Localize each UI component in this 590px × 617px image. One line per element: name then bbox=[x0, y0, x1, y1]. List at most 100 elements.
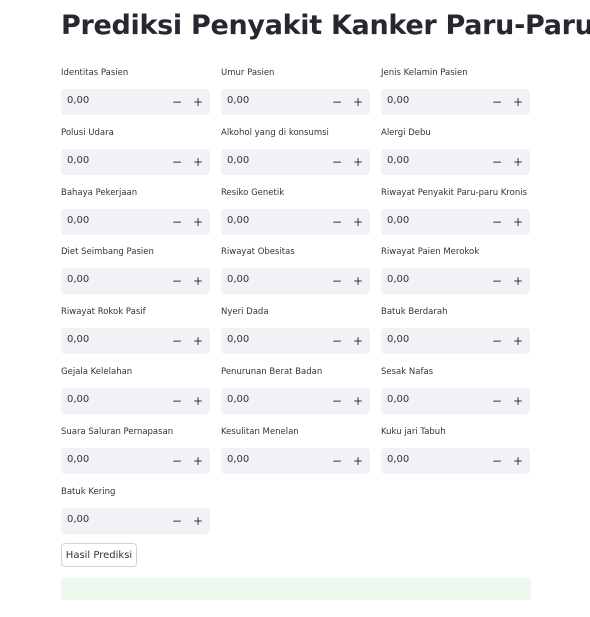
number-input-value[interactable]: 0,00 bbox=[387, 274, 409, 285]
decrement-button[interactable]: − bbox=[167, 391, 187, 411]
increment-button[interactable]: + bbox=[188, 152, 208, 172]
decrement-button[interactable]: − bbox=[487, 331, 507, 351]
decrement-button[interactable]: − bbox=[167, 271, 187, 291]
decrement-button[interactable]: − bbox=[327, 331, 347, 351]
number-input[interactable]: 0,00 − + bbox=[61, 328, 210, 355]
number-input-value[interactable]: 0,00 bbox=[67, 514, 89, 525]
number-input[interactable]: 0,00 − + bbox=[61, 208, 210, 235]
number-input[interactable]: 0,00 − + bbox=[61, 148, 210, 175]
number-input-value[interactable]: 0,00 bbox=[67, 454, 89, 465]
increment-button[interactable]: + bbox=[188, 271, 208, 291]
increment-button[interactable]: + bbox=[508, 92, 528, 112]
increment-button[interactable]: + bbox=[348, 271, 368, 291]
increment-button[interactable]: + bbox=[508, 271, 528, 291]
number-input-value[interactable]: 0,00 bbox=[227, 334, 249, 345]
increment-button[interactable]: + bbox=[188, 92, 208, 112]
number-input-value[interactable]: 0,00 bbox=[387, 215, 409, 226]
number-input-value[interactable]: 0,00 bbox=[387, 454, 409, 465]
decrement-button[interactable]: − bbox=[327, 271, 347, 291]
number-input[interactable]: 0,00 − + bbox=[61, 268, 210, 295]
number-input-value[interactable]: 0,00 bbox=[67, 394, 89, 405]
field-kuku-jari-tabuh: Kuku jari Tabuh 0,00 − + bbox=[381, 423, 530, 483]
increment-button[interactable]: + bbox=[348, 212, 368, 232]
increment-button[interactable]: + bbox=[188, 212, 208, 232]
field-label: Diet Seimbang Pasien bbox=[61, 247, 154, 258]
number-input[interactable]: 0,00 − + bbox=[221, 387, 370, 414]
decrement-button[interactable]: − bbox=[487, 271, 507, 291]
number-input[interactable]: 0,00 − + bbox=[61, 89, 210, 115]
number-input[interactable]: 0,00 − + bbox=[381, 208, 530, 235]
increment-button[interactable]: + bbox=[188, 511, 208, 531]
number-input[interactable]: 0,00 − + bbox=[381, 148, 530, 175]
number-input-value[interactable]: 0,00 bbox=[67, 215, 89, 226]
number-input[interactable]: 0,00 − + bbox=[221, 328, 370, 355]
number-input-value[interactable]: 0,00 bbox=[227, 394, 249, 405]
decrement-button[interactable]: − bbox=[487, 212, 507, 232]
number-input-value[interactable]: 0,00 bbox=[227, 454, 249, 465]
field-batuk-kering: Batuk Kering 0,00 − + bbox=[61, 483, 210, 543]
decrement-button[interactable]: − bbox=[327, 152, 347, 172]
field-label: Riwayat Paien Merokok bbox=[381, 247, 480, 258]
increment-button[interactable]: + bbox=[348, 451, 368, 471]
field-label: Suara Saluran Pernapasan bbox=[61, 426, 174, 437]
increment-button[interactable]: + bbox=[348, 331, 368, 351]
decrement-button[interactable]: − bbox=[167, 92, 187, 112]
decrement-button[interactable]: − bbox=[487, 391, 507, 411]
increment-button[interactable]: + bbox=[508, 212, 528, 232]
field-nyeri-dada: Nyeri Dada 0,00 − + bbox=[221, 303, 370, 363]
number-input[interactable]: 0,00 − + bbox=[221, 89, 370, 115]
number-input[interactable]: 0,00 − + bbox=[221, 268, 370, 295]
decrement-button[interactable]: − bbox=[167, 511, 187, 531]
increment-button[interactable]: + bbox=[348, 92, 368, 112]
number-input-value[interactable]: 0,00 bbox=[67, 274, 89, 285]
decrement-button[interactable]: − bbox=[167, 331, 187, 351]
number-input-value[interactable]: 0,00 bbox=[387, 155, 409, 166]
number-input-value[interactable]: 0,00 bbox=[227, 95, 249, 106]
number-input[interactable]: 0,00 − + bbox=[61, 447, 210, 474]
number-input-value[interactable]: 0,00 bbox=[67, 155, 89, 166]
decrement-button[interactable]: − bbox=[487, 152, 507, 172]
number-input-value[interactable]: 0,00 bbox=[387, 334, 409, 345]
decrement-button[interactable]: − bbox=[167, 212, 187, 232]
increment-button[interactable]: + bbox=[188, 331, 208, 351]
number-input[interactable]: 0,00 − + bbox=[61, 387, 210, 414]
decrement-button[interactable]: − bbox=[167, 451, 187, 471]
decrement-button[interactable]: − bbox=[167, 152, 187, 172]
increment-button[interactable]: + bbox=[508, 152, 528, 172]
number-input[interactable]: 0,00 − + bbox=[381, 268, 530, 295]
number-input[interactable]: 0,00 − + bbox=[221, 447, 370, 474]
increment-button[interactable]: + bbox=[188, 451, 208, 471]
number-input[interactable]: 0,00 − + bbox=[381, 387, 530, 414]
number-input-value[interactable]: 0,00 bbox=[67, 334, 89, 345]
number-input-value[interactable]: 0,00 bbox=[227, 215, 249, 226]
number-input[interactable]: 0,00 − + bbox=[381, 328, 530, 355]
decrement-button[interactable]: − bbox=[487, 92, 507, 112]
increment-button[interactable]: + bbox=[508, 331, 528, 351]
page-title: Prediksi Penyakit Kanker Paru-Paru bbox=[61, 10, 590, 41]
decrement-button[interactable]: − bbox=[327, 451, 347, 471]
decrement-button[interactable]: − bbox=[327, 212, 347, 232]
decrement-button[interactable]: − bbox=[487, 451, 507, 471]
number-input-value[interactable]: 0,00 bbox=[387, 394, 409, 405]
number-input[interactable]: 0,00 − + bbox=[61, 507, 210, 534]
number-input[interactable]: 0,00 − + bbox=[221, 148, 370, 175]
field-bahaya-pekerjaan: Bahaya Pekerjaan 0,00 − + bbox=[61, 184, 210, 244]
increment-button[interactable]: + bbox=[508, 391, 528, 411]
number-input[interactable]: 0,00 − + bbox=[381, 89, 530, 115]
increment-button[interactable]: + bbox=[508, 451, 528, 471]
number-input[interactable]: 0,00 − + bbox=[221, 208, 370, 235]
number-input-value[interactable]: 0,00 bbox=[227, 274, 249, 285]
number-input[interactable]: 0,00 − + bbox=[381, 447, 530, 474]
increment-button[interactable]: + bbox=[348, 152, 368, 172]
field-label: Jenis Kelamin Pasien bbox=[381, 68, 468, 78]
increment-button[interactable]: + bbox=[188, 391, 208, 411]
number-input-value[interactable]: 0,00 bbox=[387, 95, 409, 106]
field-riwayat-merokok: Riwayat Paien Merokok 0,00 − + bbox=[381, 243, 530, 303]
field-sesak-nafas: Sesak Nafas 0,00 − + bbox=[381, 363, 530, 423]
hasil-prediksi-button[interactable]: Hasil Prediksi bbox=[61, 543, 137, 567]
increment-button[interactable]: + bbox=[348, 391, 368, 411]
number-input-value[interactable]: 0,00 bbox=[67, 95, 89, 106]
decrement-button[interactable]: − bbox=[327, 391, 347, 411]
decrement-button[interactable]: − bbox=[327, 92, 347, 112]
number-input-value[interactable]: 0,00 bbox=[227, 155, 249, 166]
